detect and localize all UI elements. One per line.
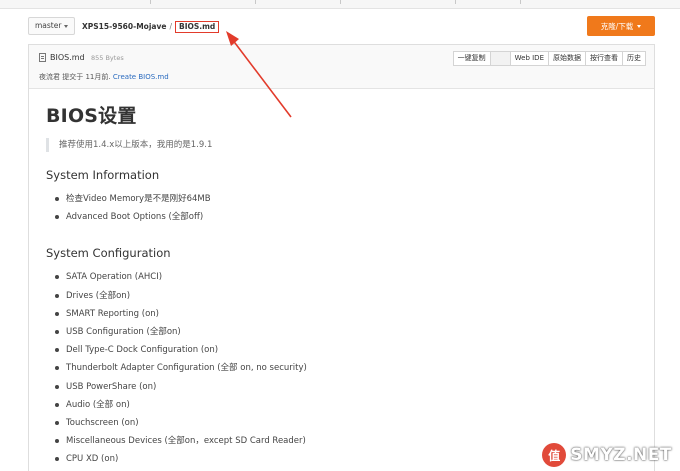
strip-tick (520, 0, 521, 4)
blockquote-note: 推荐使用1.4.x以上版本，我用的是1.9.1 (46, 138, 646, 152)
list-item: Audio (全部 on) (46, 398, 646, 416)
file-name: BIOS.md (50, 53, 85, 62)
markdown-body: BIOS设置 推荐使用1.4.x以上版本，我用的是1.9.1 System In… (46, 101, 646, 470)
file-size: 855 Bytes (91, 54, 124, 62)
branch-selector[interactable]: master (28, 17, 76, 35)
list-item: Touchscreen (on) (46, 416, 646, 434)
list-item: SMART Reporting (on) (46, 307, 646, 325)
strip-tick (340, 0, 341, 4)
system-configuration-list: SATA Operation (AHCI) Drives (全部on) SMAR… (46, 270, 646, 470)
chevron-down-icon (64, 24, 69, 28)
list-item: SATA Operation (AHCI) (46, 270, 646, 288)
watermark-text: SMYZ.NET (570, 445, 672, 465)
commit-time-sep: . (108, 73, 111, 81)
commit-author[interactable]: 夜流君 (39, 73, 60, 81)
site-watermark: 值 SMYZ.NET (542, 443, 672, 467)
watermark-logo: 值 (542, 443, 567, 467)
commit-info: 夜流君 提交于 11月前. Create BIOS.md (39, 72, 169, 82)
clone-download-button[interactable]: 克隆/下载 (587, 16, 655, 36)
page-title: BIOS设置 (46, 105, 137, 127)
list-item: USB Configuration (全部on) (46, 325, 646, 343)
history-button[interactable]: 历史 (622, 51, 646, 66)
clone-download-label: 克隆/下载 (600, 21, 634, 31)
section-heading-system-configuration: System Configuration (46, 246, 171, 261)
commit-verb: 提交于 (62, 73, 84, 81)
strip-tick (255, 0, 256, 4)
system-information-list: 检查Video Memory是不是刚好64MB Advanced Boot Op… (46, 192, 646, 228)
file-tools: 一键复制 Web IDE 原始数据 按行查看 历史 (452, 51, 646, 66)
breadcrumb: XPS15-9560-Mojave / BIOS.md (82, 21, 220, 33)
commit-time: 11月前 (85, 73, 109, 81)
section-heading-system-information: System Information (46, 168, 160, 182)
list-item: 检查Video Memory是不是刚好64MB (46, 192, 646, 210)
file-path-bar: master XPS15-9560-Mojave / BIOS.md 克隆/下载 (28, 15, 655, 37)
blurred-button[interactable] (489, 51, 511, 66)
list-item: Thunderbolt Adapter Configuration (全部 on… (46, 361, 646, 379)
web-ide-button[interactable]: Web IDE (509, 51, 549, 66)
list-item: USB PowerShare (on) (46, 380, 646, 398)
strip-tick (455, 0, 456, 4)
strip-tick (150, 0, 151, 4)
breadcrumb-repo[interactable]: XPS15-9560-Mojave (82, 22, 166, 31)
raw-button[interactable]: 原始数据 (548, 51, 586, 66)
list-item: Drives (全部on) (46, 289, 646, 307)
top-strip (0, 0, 680, 9)
copy-all-button[interactable]: 一键复制 (452, 51, 491, 66)
breadcrumb-file: BIOS.md (174, 21, 220, 33)
file-panel: BIOS.md 855 Bytes 夜流君 提交于 11月前. Create B… (28, 44, 655, 471)
chevron-down-icon (637, 24, 642, 28)
branch-label: master (35, 21, 62, 30)
list-item: Advanced Boot Options (全部off) (46, 210, 646, 228)
file-icon (39, 53, 46, 62)
commit-message-link[interactable]: Create BIOS.md (113, 73, 169, 81)
list-item: Dell Type-C Dock Configuration (on) (46, 343, 646, 361)
breadcrumb-separator: / (169, 22, 172, 31)
file-header: BIOS.md 855 Bytes 夜流君 提交于 11月前. Create B… (29, 45, 654, 89)
blame-button[interactable]: 按行查看 (585, 51, 623, 66)
